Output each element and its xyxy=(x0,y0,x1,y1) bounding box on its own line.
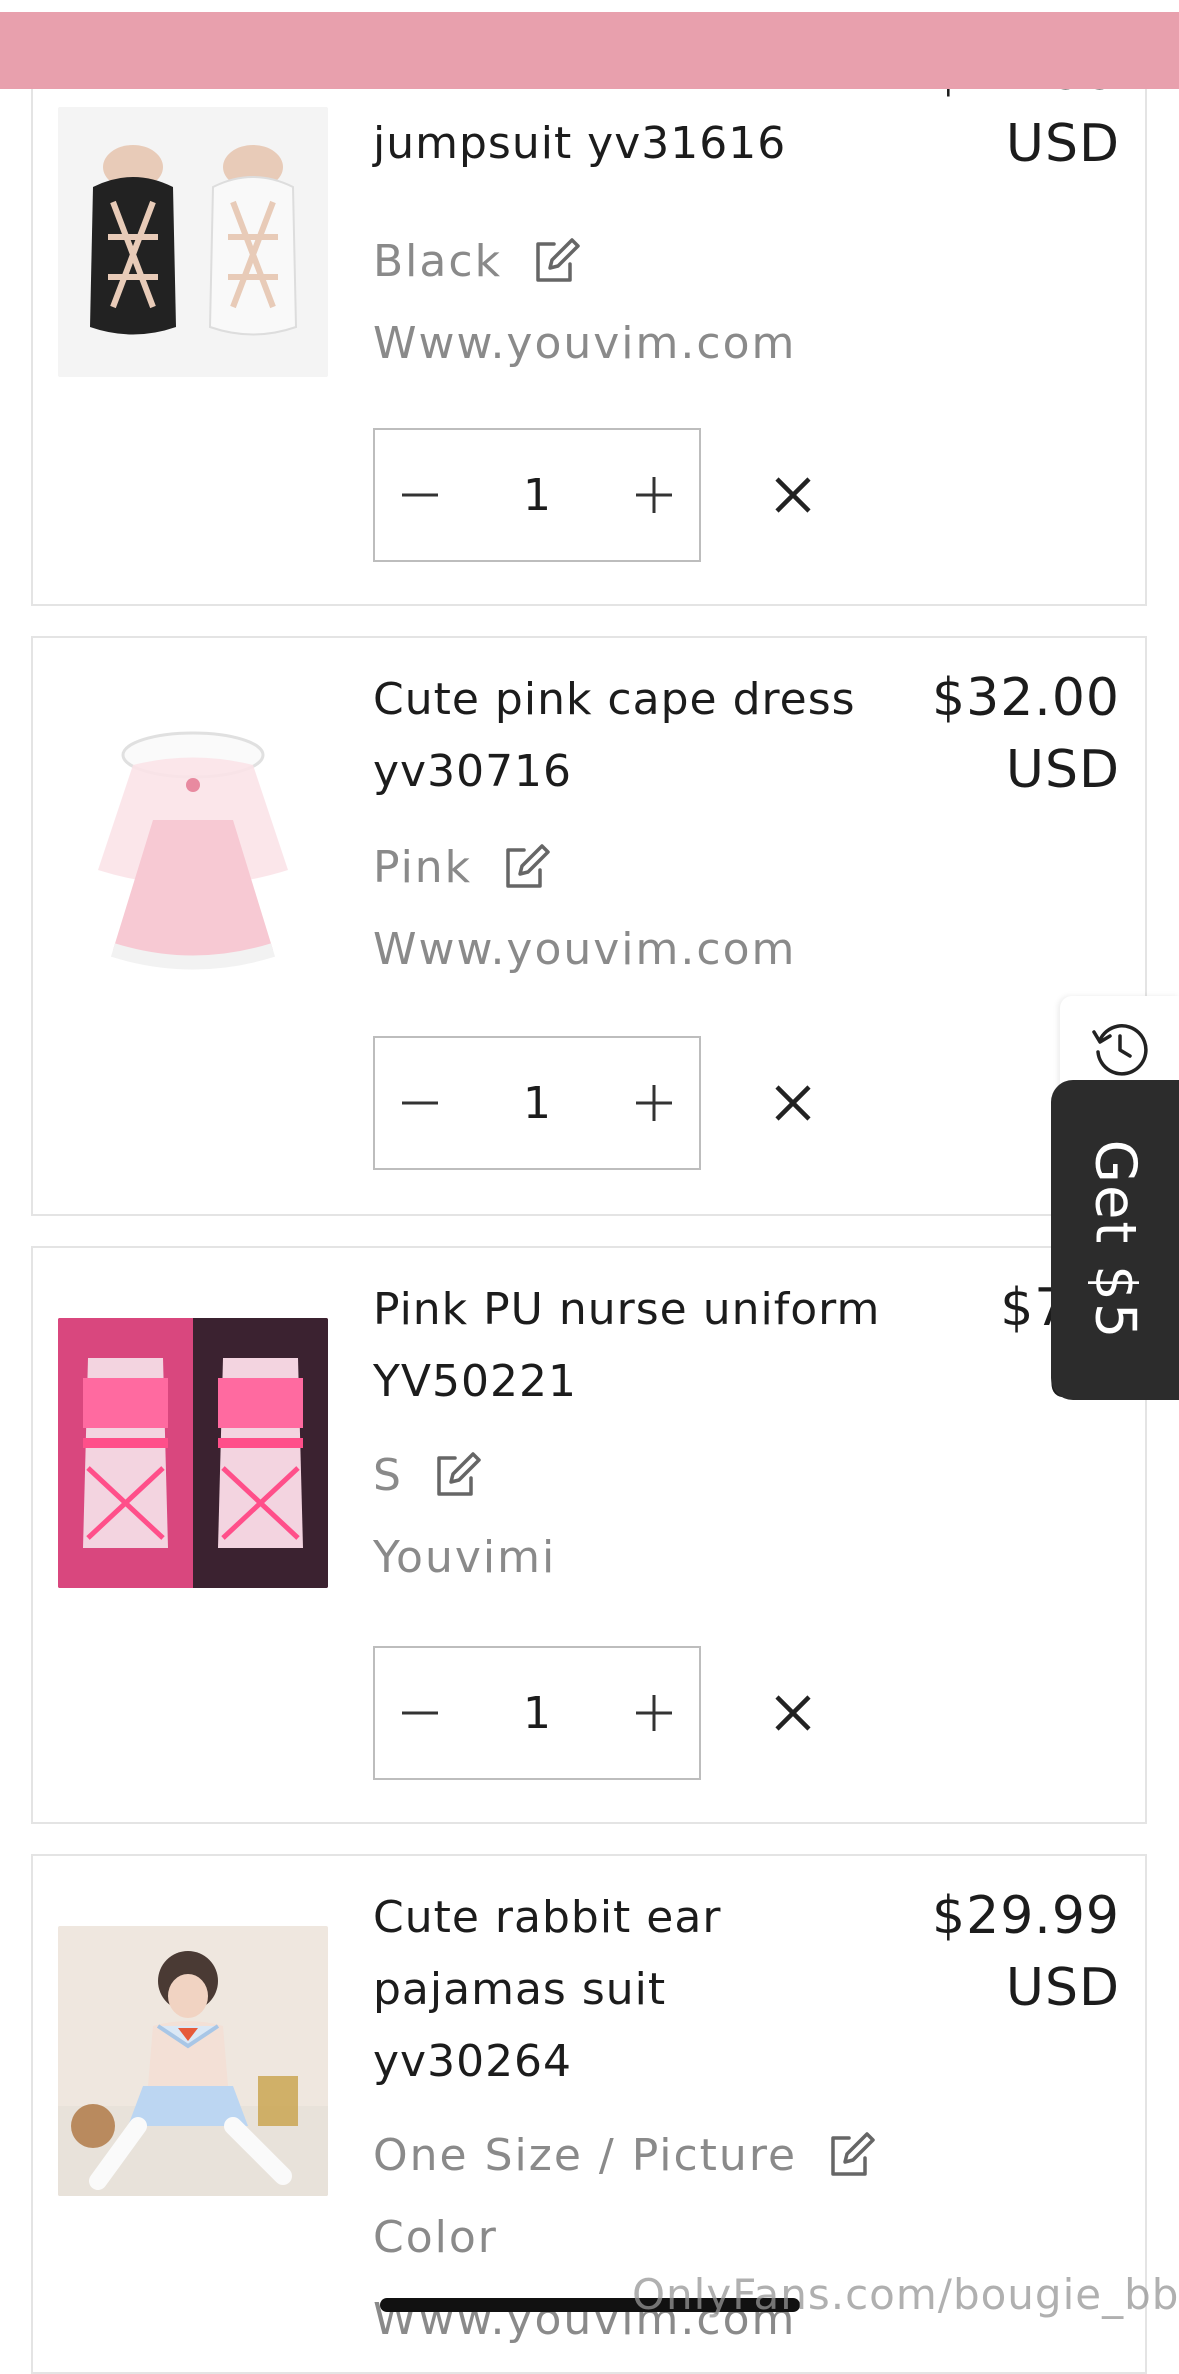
product-image[interactable] xyxy=(58,710,328,980)
price-currency: USD xyxy=(1005,114,1120,174)
product-price: $32.00 USD xyxy=(860,662,1120,806)
product-variant: Black xyxy=(373,232,582,292)
increase-quantity-button[interactable] xyxy=(609,1038,699,1168)
product-title[interactable]: Pink PU nurse uniform YV50221 xyxy=(373,1274,913,1418)
increase-quantity-button[interactable] xyxy=(609,1648,699,1778)
product-variant: S xyxy=(373,1446,483,1506)
decrease-quantity-button[interactable] xyxy=(375,1648,465,1778)
product-title-line: yv30716 xyxy=(373,746,573,797)
watermark-text: OnlyFans.com/bougie_bb xyxy=(632,2270,1179,2319)
variant-label: S xyxy=(373,1450,403,1501)
variant-label: Pink xyxy=(373,842,473,893)
price-amount: $32.00 xyxy=(932,668,1120,728)
product-image[interactable] xyxy=(58,1318,328,1588)
close-icon xyxy=(775,477,811,513)
price-currency: USD xyxy=(1005,740,1120,800)
quantity-stepper: 1 xyxy=(373,1036,701,1170)
product-title-line: Cute pink cape dress xyxy=(373,674,856,725)
product-title-line: jumpsuit yv31616 xyxy=(373,118,787,169)
cart-item-card: Pink PU nurse uniform YV50221 $79. US S … xyxy=(31,1246,1147,1824)
edit-icon[interactable] xyxy=(500,842,552,894)
quantity-stepper: 1 xyxy=(373,1646,701,1780)
remove-item-button[interactable] xyxy=(753,1673,833,1753)
decrease-quantity-button[interactable] xyxy=(375,430,465,560)
product-variant: Pink xyxy=(373,838,552,898)
product-image[interactable] xyxy=(58,1926,328,2196)
product-title-line: Pink PU nurse uniform xyxy=(373,1284,881,1335)
get-reward-label: Get $5 xyxy=(1082,1139,1148,1341)
price-currency: USD xyxy=(1005,1958,1120,2018)
edit-icon[interactable] xyxy=(825,2130,877,2182)
product-variant: One Size / Picture xyxy=(373,2126,877,2186)
close-icon xyxy=(775,1085,811,1121)
edit-icon[interactable] xyxy=(431,1450,483,1502)
cart-item-card: Hollow backless jumpsuit yv31616 $22.99 … xyxy=(31,30,1147,606)
product-vendor: Www.youvim.com xyxy=(373,318,797,369)
product-price: $29.99 USD xyxy=(860,1880,1120,2024)
history-icon xyxy=(1090,1018,1150,1078)
remove-item-button[interactable] xyxy=(753,455,833,535)
product-image[interactable] xyxy=(58,107,328,377)
variant-label: Black xyxy=(373,236,503,287)
product-title[interactable]: Cute rabbit ear pajamas suit yv30264 xyxy=(373,1882,913,2098)
product-title[interactable]: Cute pink cape dress yv30716 xyxy=(373,664,913,808)
price-amount: $29.99 xyxy=(932,1886,1120,1946)
edit-icon[interactable] xyxy=(530,236,582,288)
get-reward-tab[interactable]: Get $5 xyxy=(1051,1080,1179,1400)
decrease-quantity-button[interactable] xyxy=(375,1038,465,1168)
variant-label: One Size / Picture xyxy=(373,2130,798,2181)
quantity-value[interactable]: 1 xyxy=(523,1688,551,1739)
close-icon xyxy=(775,1695,811,1731)
product-vendor: Youvimi xyxy=(373,1532,557,1583)
quantity-stepper: 1 xyxy=(373,428,701,562)
product-title-line: pajamas suit xyxy=(373,1964,667,2015)
quantity-value[interactable]: 1 xyxy=(523,470,551,521)
remove-item-button[interactable] xyxy=(753,1063,833,1143)
variant-label-continued: Color xyxy=(373,2212,498,2263)
product-title-line: Cute rabbit ear xyxy=(373,1892,722,1943)
product-vendor: Www.youvim.com xyxy=(373,924,797,975)
increase-quantity-button[interactable] xyxy=(609,430,699,560)
product-title-line: yv30264 xyxy=(373,2036,573,2087)
top-header-bar xyxy=(0,12,1179,89)
quantity-value[interactable]: 1 xyxy=(523,1078,551,1129)
product-title-line: YV50221 xyxy=(373,1356,577,1407)
cart-item-card: Cute pink cape dress yv30716 $32.00 USD … xyxy=(31,636,1147,1216)
